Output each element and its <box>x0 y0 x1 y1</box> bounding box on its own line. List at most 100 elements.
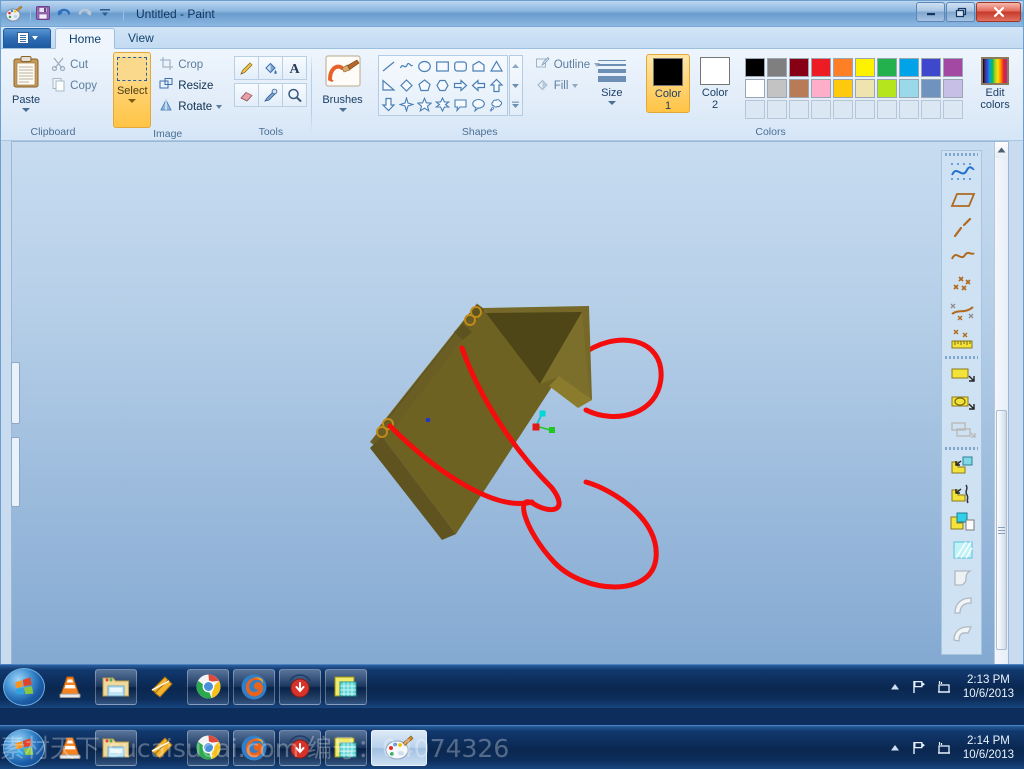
shape-right-arrow[interactable] <box>452 76 470 95</box>
select-button[interactable]: Select <box>113 52 152 128</box>
palette-swatch-r2-c2[interactable] <box>767 79 788 98</box>
divide-curve-icon[interactable] <box>942 298 983 326</box>
clock-bottom[interactable]: 2:14 PM 10/6/2013 <box>959 734 1018 762</box>
shape-four-point-star[interactable] <box>398 95 416 114</box>
size-button[interactable]: Size <box>588 52 636 105</box>
taskbar-button-chrome[interactable] <box>187 729 229 766</box>
tab-view[interactable]: View <box>115 27 167 48</box>
chevron-down-icon[interactable] <box>572 83 579 88</box>
action-center-flag-icon[interactable] <box>911 679 927 695</box>
palette-swatch-r1-c10[interactable] <box>943 58 964 77</box>
shape-down-arrow[interactable] <box>380 95 398 114</box>
show-hidden-icons-icon[interactable] <box>887 740 903 756</box>
shape-line[interactable] <box>380 57 398 76</box>
palette-swatch-r1-c5[interactable] <box>833 58 854 77</box>
palette-swatch-r2-c3[interactable] <box>789 79 810 98</box>
offset-surface-icon[interactable] <box>942 417 983 445</box>
paint-palette-icon[interactable] <box>5 5 23 23</box>
shape-triangle[interactable] <box>488 57 506 76</box>
palette-swatch-r3-c2[interactable] <box>767 100 788 119</box>
canvas-resize-handle-left-bottom[interactable] <box>11 437 20 507</box>
action-center-flag-icon[interactable] <box>911 740 927 756</box>
chevron-down-icon[interactable] <box>607 101 616 105</box>
resize-button[interactable]: Resize <box>155 75 226 96</box>
cut-button[interactable]: Cut <box>47 54 101 75</box>
hatch-icon[interactable] <box>942 536 983 564</box>
shapes-more-button[interactable] <box>510 95 522 115</box>
shape-oval[interactable] <box>416 57 434 76</box>
shape-left-arrow[interactable] <box>470 76 488 95</box>
customize-qat-icon[interactable] <box>98 5 116 23</box>
sweep-surface-icon[interactable] <box>942 620 983 648</box>
shape-polygon[interactable] <box>470 57 488 76</box>
palette-swatch-r1-c6[interactable] <box>855 58 876 77</box>
eraser-icon[interactable] <box>234 83 260 107</box>
paste-button[interactable]: Paste <box>9 52 43 112</box>
text-icon[interactable]: A <box>282 56 308 80</box>
palette-swatch-r2-c6[interactable] <box>855 79 876 98</box>
edit-colors-button[interactable]: Edit colors <box>971 54 1019 111</box>
chevron-down-icon[interactable] <box>22 108 31 112</box>
shape-five-point-star[interactable] <box>416 95 434 114</box>
blend-surface-icon[interactable] <box>942 592 983 620</box>
close-button[interactable] <box>976 2 1021 22</box>
taskbar-button-rhinoceros[interactable] <box>325 729 367 766</box>
shapes-scroll-down-button[interactable] <box>510 76 522 96</box>
start-orb-icon[interactable] <box>3 667 45 706</box>
network-icon[interactable] <box>935 679 951 695</box>
paint-menu-button[interactable] <box>3 28 51 48</box>
interpolate-curve-icon[interactable] <box>942 242 983 270</box>
palette-swatch-r2-c10[interactable] <box>943 79 964 98</box>
palette-swatch-r1-c1[interactable] <box>745 58 766 77</box>
palette-swatch-r3-c7[interactable] <box>877 100 898 119</box>
color-picker-icon[interactable] <box>258 83 284 107</box>
taskbar-button-winamp[interactable] <box>141 730 183 766</box>
taskbar-button-thunder[interactable] <box>279 729 321 766</box>
taskbar-button-thunder[interactable] <box>279 668 321 705</box>
taskbar-button-firefox[interactable] <box>233 729 275 766</box>
shape-diamond[interactable] <box>398 76 416 95</box>
save-icon[interactable] <box>35 5 53 23</box>
shape-right-triangle[interactable] <box>380 76 398 95</box>
taskbar-button-chrome[interactable] <box>187 668 229 705</box>
palette-swatch-r2-c7[interactable] <box>877 79 898 98</box>
shape-hexagon[interactable] <box>434 76 452 95</box>
color1-button[interactable]: Color 1 <box>646 54 691 113</box>
palette-swatch-r1-c2[interactable] <box>767 58 788 77</box>
copy-surface-icon[interactable] <box>942 508 983 536</box>
taskbar-button-winamp[interactable] <box>141 669 183 705</box>
palette-swatch-r2-c5[interactable] <box>833 79 854 98</box>
shapes-scroll-up-button[interactable] <box>510 56 522 76</box>
shape-up-arrow[interactable] <box>488 76 506 95</box>
clock-top[interactable]: 2:13 PM 10/6/2013 <box>959 673 1018 701</box>
palette-swatch-r3-c10[interactable] <box>943 100 964 119</box>
palette-swatch-r2-c9[interactable] <box>921 79 942 98</box>
palette-swatch-r3-c4[interactable] <box>811 100 832 119</box>
palette-swatch-r2-c8[interactable] <box>899 79 920 98</box>
surface-from-planar-curves-icon[interactable] <box>942 186 983 214</box>
canvas-resize-handle-left-top[interactable] <box>11 362 20 424</box>
magnifier-icon[interactable] <box>282 83 308 107</box>
shape-rectangle[interactable] <box>434 57 452 76</box>
taskbar-button-paint[interactable] <box>371 729 427 766</box>
chevron-down-icon[interactable] <box>216 104 223 109</box>
palette-swatch-r3-c6[interactable] <box>855 100 876 119</box>
scroll-up-button[interactable] <box>995 142 1008 158</box>
palette-swatch-r1-c7[interactable] <box>877 58 898 77</box>
palette-swatch-r3-c9[interactable] <box>921 100 942 119</box>
palette-swatch-r3-c3[interactable] <box>789 100 810 119</box>
network-icon[interactable] <box>935 740 951 756</box>
palette-swatch-r1-c9[interactable] <box>921 58 942 77</box>
taskbar-button-explorer[interactable] <box>95 668 137 705</box>
pencil-icon[interactable] <box>234 56 260 80</box>
shape-curve[interactable] <box>398 57 416 76</box>
fill-with-color-icon[interactable] <box>258 56 284 80</box>
shape-cloud-callout[interactable] <box>488 95 506 114</box>
copy-button[interactable]: Copy <box>47 75 101 96</box>
point-cloud-icon[interactable] <box>942 270 983 298</box>
shape-rounded-rectangle[interactable] <box>452 57 470 76</box>
crop-button[interactable]: Crop <box>155 54 226 75</box>
fillet-surface-icon[interactable] <box>942 564 983 592</box>
palette-swatch-r1-c4[interactable] <box>811 58 832 77</box>
extrude-surface-icon[interactable] <box>942 452 983 480</box>
